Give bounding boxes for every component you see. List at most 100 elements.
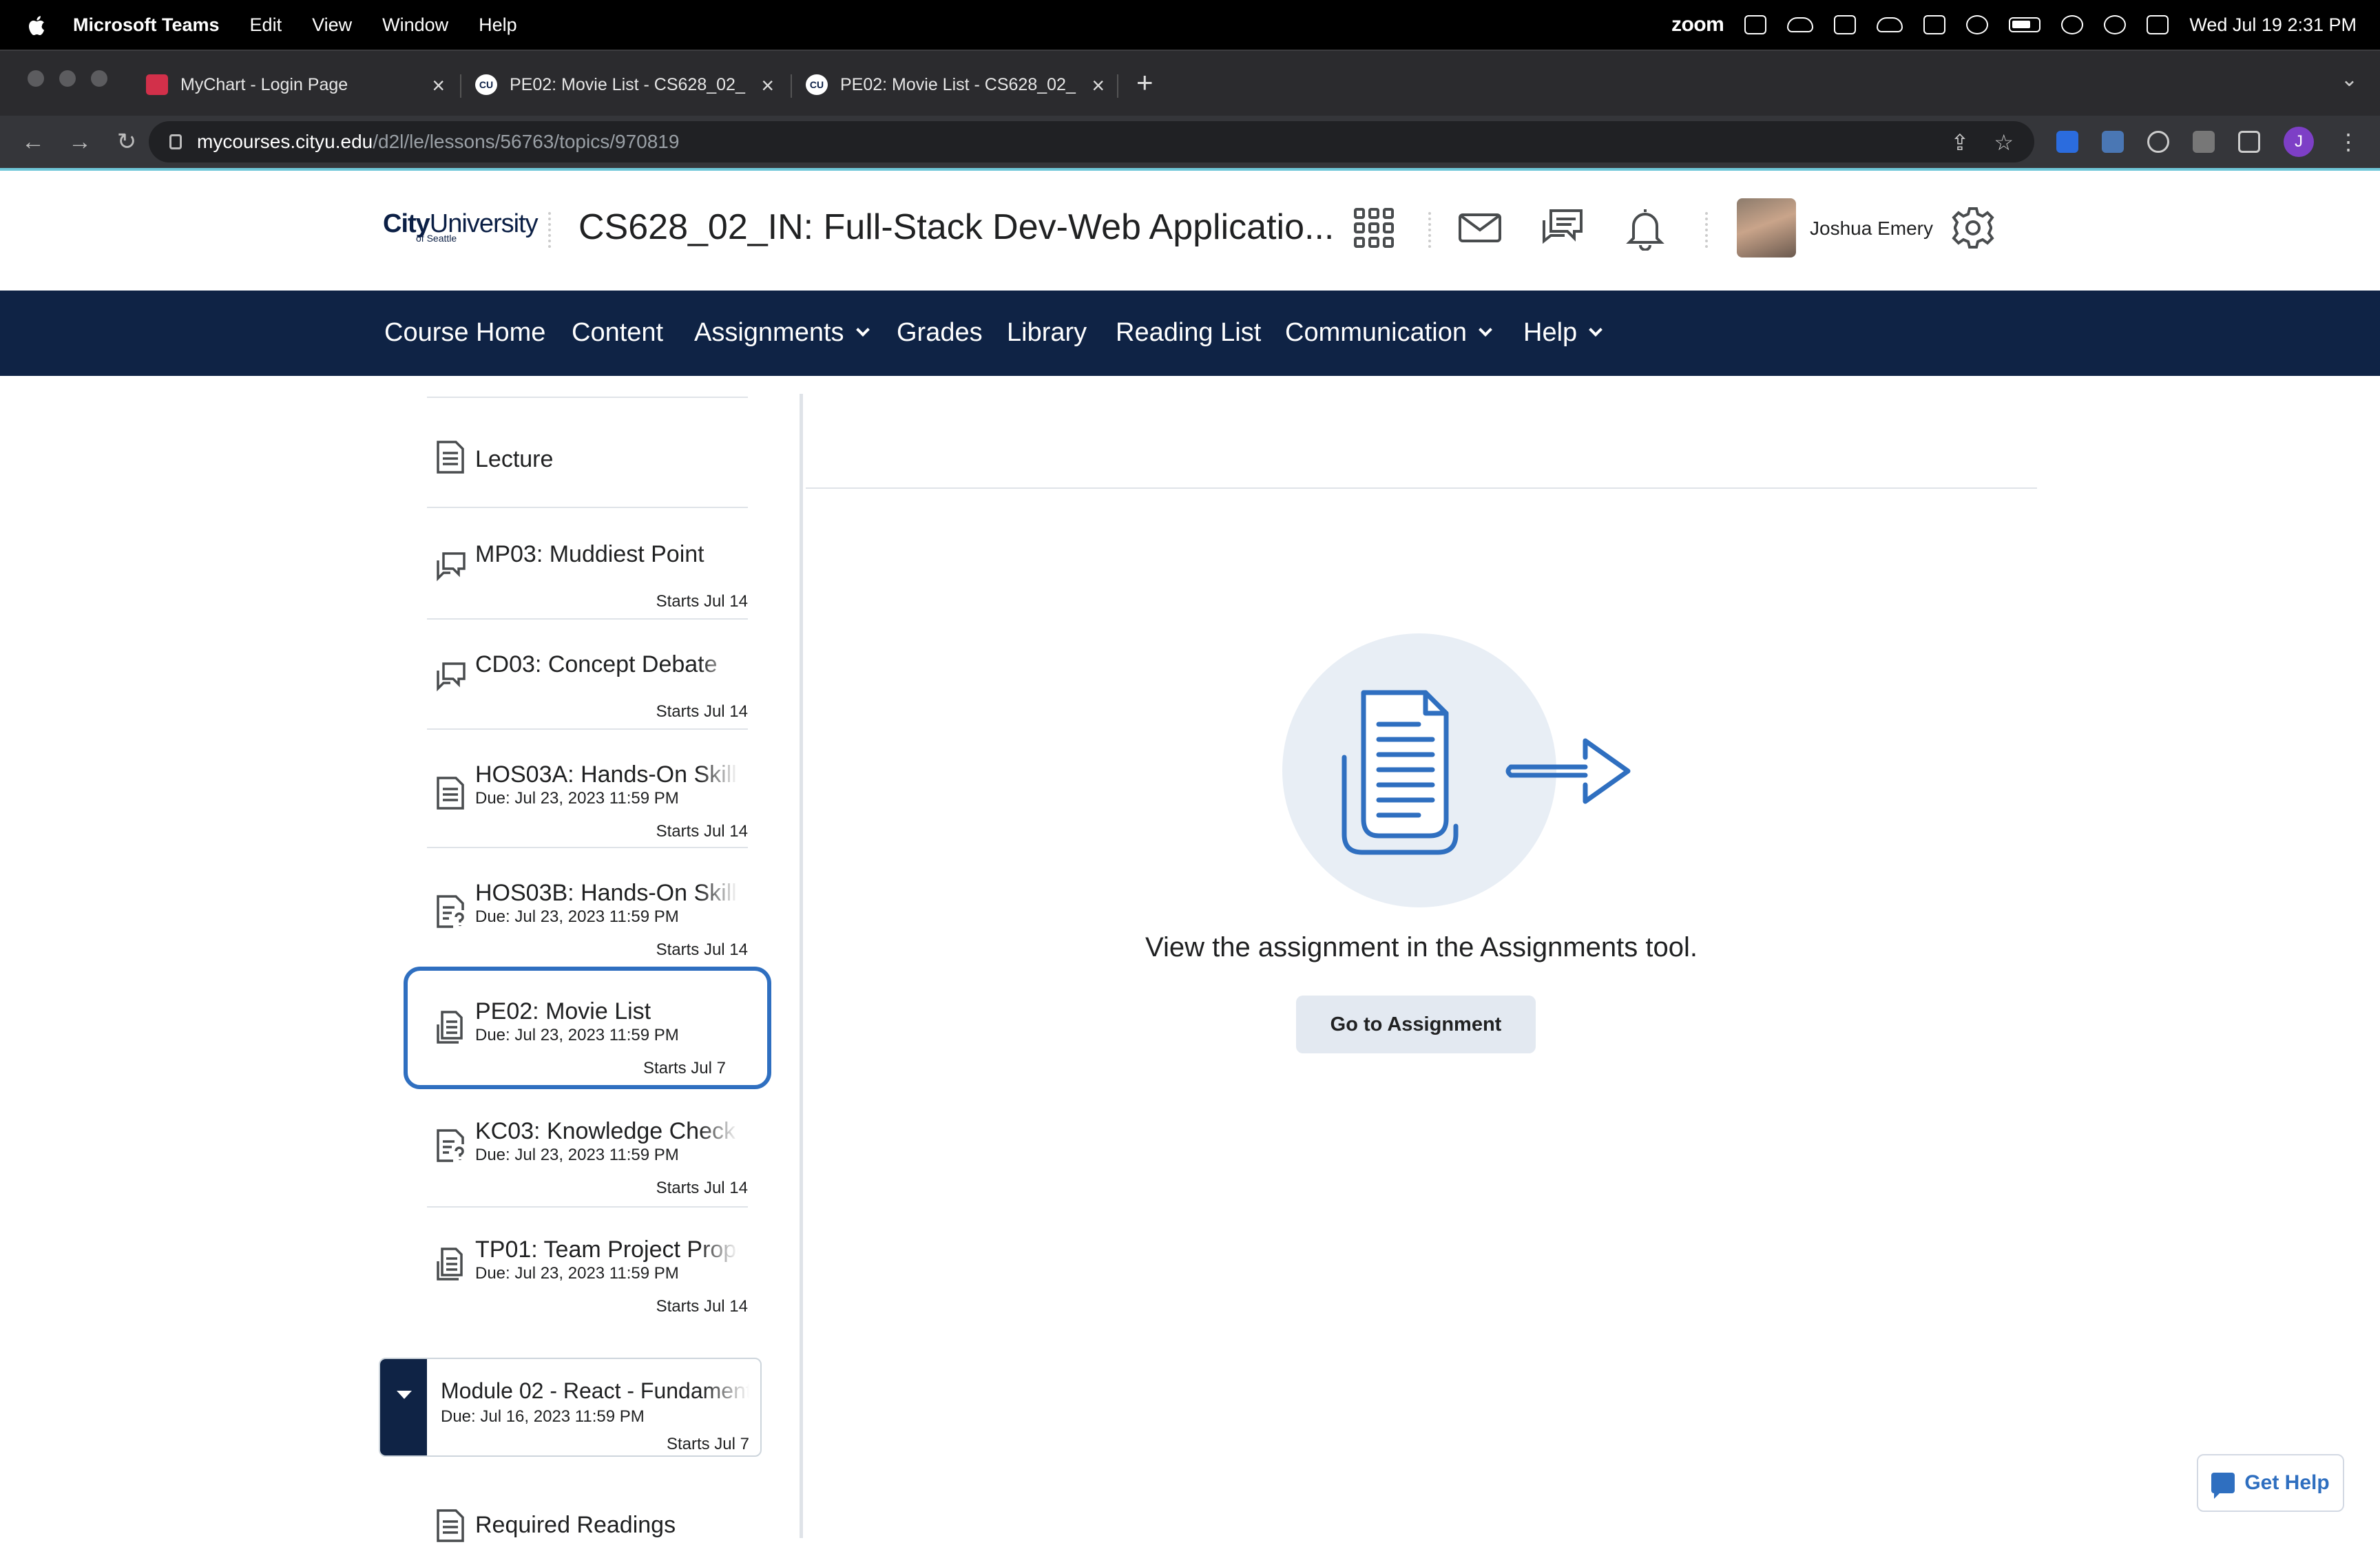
minimize-window-button[interactable]	[59, 70, 76, 87]
sidebar-item-hos03a[interactable]: HOS03A: Hands-On Skill Due: Jul 23, 2023…	[427, 730, 748, 848]
extensions-puzzle-icon[interactable]	[2193, 131, 2215, 153]
assignment-icon	[435, 1009, 466, 1045]
sidebar-item-mp03[interactable]: MP03: Muddiest Point Starts Jul 14	[427, 508, 748, 620]
side-panel-icon[interactable]	[2238, 131, 2260, 153]
active-app-name[interactable]: Microsoft Teams	[73, 14, 220, 36]
nav-reading-list[interactable]: Reading List	[1116, 318, 1261, 348]
sidebar-item-starts: Starts Jul 14	[656, 592, 748, 611]
bitwarden-extension-icon[interactable]	[2056, 131, 2078, 153]
nav-label: Communication	[1285, 318, 1467, 347]
menu-help[interactable]: Help	[479, 14, 517, 36]
bookmark-star-icon[interactable]: ☆	[1994, 129, 2014, 156]
go-to-assignment-button[interactable]: Go to Assignment	[1296, 996, 1536, 1053]
close-tab-icon[interactable]: ×	[1092, 73, 1105, 98]
course-title[interactable]: CS628_02_IN: Full-Stack Dev-Web Applicat…	[578, 207, 1334, 248]
sidebar-item-hos03b[interactable]: HOS03B: Hands-On Skill Due: Jul 23, 2023…	[427, 848, 748, 967]
user-avatar[interactable]	[1737, 198, 1796, 257]
lock-icon[interactable]	[169, 134, 182, 149]
share-icon[interactable]: ⇪	[1951, 129, 1970, 156]
nav-help[interactable]: Help	[1523, 318, 1603, 348]
sidebar-item-title: TP01: Team Project Proposal	[475, 1236, 738, 1263]
nav-label: Reading List	[1116, 318, 1262, 347]
sidebar-item-starts: Starts Jul 14	[656, 822, 748, 841]
sidebar-item-title: KC03: Knowledge Check	[475, 1118, 736, 1144]
discussion-icon	[435, 658, 466, 694]
play-tray-icon[interactable]	[1966, 15, 1989, 34]
close-tab-icon[interactable]: ×	[432, 73, 445, 98]
sidebar-item-pe02[interactable]: PE02: Movie List Due: Jul 23, 2023 11:59…	[427, 967, 748, 1089]
sidebar-item-due: Due: Jul 23, 2023 11:59 PM	[475, 1026, 679, 1044]
browser-tab-mychart[interactable]: MyChart - Login Page ×	[131, 63, 452, 106]
screen-share-tray-icon[interactable]	[1834, 15, 1857, 34]
sidebar-item-title: PE02: Movie List	[475, 998, 651, 1024]
battery-icon[interactable]	[2009, 17, 2041, 32]
course-selector-grid-icon[interactable]	[1351, 205, 1397, 251]
sidebar-item-starts: Starts Jul 14	[656, 1297, 748, 1316]
menubar-datetime[interactable]: Wed Jul 19 2:31 PM	[2189, 14, 2357, 36]
nav-content[interactable]: Content	[572, 318, 663, 348]
react-devtools-icon[interactable]	[2147, 131, 2169, 153]
chat-messages-icon[interactable]	[1540, 205, 1585, 251]
spotlight-search-icon[interactable]	[2104, 15, 2127, 34]
new-tab-button[interactable]: +	[1136, 66, 1154, 99]
mail-icon[interactable]	[1457, 205, 1503, 251]
tab-title: PE02: Movie List - CS628_02_	[840, 74, 1076, 94]
cityu-logo[interactable]: CityUniversity	[383, 209, 539, 239]
mychart-favicon-icon	[146, 74, 168, 95]
sidebar-module-02[interactable]: Module 02 - React - Fundamentals Due: Ju…	[379, 1358, 762, 1457]
apple-icon[interactable]	[26, 14, 45, 36]
nav-label: Content	[572, 318, 664, 347]
document-arrow-icon	[1342, 690, 1631, 855]
browser-tab-pe02-1[interactable]: CU PE02: Movie List - CS628_02_ ×	[460, 63, 781, 106]
forward-icon[interactable]: →	[66, 129, 94, 156]
get-help-button[interactable]: Get Help	[2197, 1454, 2344, 1512]
sidebar-item-tp01[interactable]: TP01: Team Project Proposal Due: Jul 23,…	[427, 1208, 748, 1327]
zoom-tray-icon[interactable]: zoom	[1671, 13, 1724, 36]
nav-assignments[interactable]: Assignments	[694, 318, 870, 348]
menu-edit[interactable]: Edit	[250, 14, 282, 36]
sidebar-item-kc03[interactable]: KC03: Knowledge Check Due: Jul 23, 2023 …	[427, 1089, 748, 1208]
browser-tab-pe02-2[interactable]: CU PE02: Movie List - CS628_02_ ×	[791, 63, 1111, 106]
nav-library[interactable]: Library	[1007, 318, 1087, 348]
address-bar[interactable]: mycourses.cityu.edu/d2l/le/lessons/56763…	[149, 121, 2034, 162]
sidebar-item-title: HOS03A: Hands-On Skill	[475, 761, 737, 788]
back-icon[interactable]: ←	[19, 129, 47, 156]
sidebar-item-due: Due: Jul 23, 2023 11:59 PM	[475, 1146, 679, 1164]
close-window-button[interactable]	[28, 70, 44, 87]
sidebar-item-required-readings[interactable]: Required Readings	[427, 1498, 748, 1542]
module-collapse-toggle[interactable]	[380, 1359, 427, 1455]
header-divider	[1428, 212, 1431, 248]
discussion-icon	[435, 548, 466, 584]
cloud-app-tray-icon[interactable]	[1877, 17, 1903, 32]
user-name[interactable]: Joshua Emery	[1810, 218, 1933, 240]
sidebar-item-title: Required Readings	[475, 1512, 676, 1538]
macos-menu-bar: Microsoft Teams Edit View Window Help zo…	[0, 0, 2380, 50]
calendar-tray-icon[interactable]	[1923, 15, 1946, 34]
extension-icon[interactable]	[2102, 131, 2124, 153]
sidebar-item-cd03[interactable]: CD03: Concept Debate Starts Jul 14	[427, 620, 748, 730]
reload-icon[interactable]: ↻	[113, 128, 140, 156]
document-icon	[435, 775, 466, 811]
nav-label: Assignments	[694, 318, 844, 347]
notifications-bell-icon[interactable]	[1622, 205, 1668, 251]
settings-gear-icon[interactable]	[1950, 205, 1996, 251]
url-host: mycourses.cityu.edu	[197, 131, 373, 152]
profile-avatar[interactable]: J	[2284, 127, 2314, 157]
menu-view[interactable]: View	[312, 14, 352, 36]
control-center-icon[interactable]	[2147, 15, 2169, 34]
wifi-icon[interactable]	[2061, 15, 2084, 34]
close-tab-icon[interactable]: ×	[761, 73, 774, 98]
sidebar-item-due: Due: Jul 23, 2023 11:59 PM	[475, 907, 679, 926]
nav-grades[interactable]: Grades	[897, 318, 983, 348]
cloud-tray-icon[interactable]	[1787, 17, 1814, 32]
tab-search-icon[interactable]: ⌄	[2341, 67, 2358, 92]
menu-window[interactable]: Window	[382, 14, 448, 36]
nav-course-home[interactable]: Course Home	[384, 318, 545, 348]
sidebar-item-lecture[interactable]: Lecture	[427, 398, 748, 508]
zoom-window-button[interactable]	[91, 70, 107, 87]
nav-label: Help	[1523, 318, 1578, 347]
content-header-divider	[806, 487, 2037, 489]
nav-communication[interactable]: Communication	[1285, 318, 1492, 348]
outlook-tray-icon[interactable]	[1744, 15, 1767, 34]
browser-menu-icon[interactable]: ⋮	[2337, 129, 2359, 155]
